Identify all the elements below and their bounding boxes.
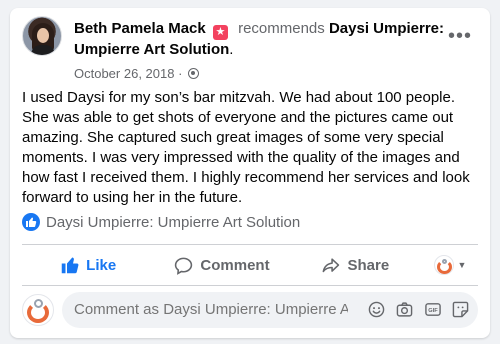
page-name-line2: Umpierre Art Solution (74, 41, 230, 58)
post-date[interactable]: October 26, 2018 (74, 66, 174, 81)
page-avatar[interactable] (22, 294, 54, 326)
share-button[interactable]: Share (289, 248, 422, 282)
reactions-summary[interactable]: Daysi Umpierre: Umpierre Art Solution (22, 213, 300, 231)
post-body: I used Daysi for my son’s bar mitzvah. W… (22, 89, 470, 206)
globe-icon[interactable] (188, 68, 200, 79)
more-options-icon[interactable]: ••• (448, 26, 472, 46)
divider-bottom (22, 285, 478, 286)
author-avatar[interactable] (22, 16, 62, 56)
title-period: . (229, 41, 234, 58)
post-card: Beth Pamela Mack ★ recommends Daysi Umpi… (10, 8, 490, 338)
divider-top (22, 244, 478, 245)
author-name[interactable]: Beth Pamela Mack (74, 20, 206, 37)
camera-icon[interactable] (395, 300, 414, 319)
action-bar: Like Comment Share ▼ (22, 248, 478, 282)
avatar-face (37, 28, 49, 43)
comment-tools: GIF (367, 300, 470, 320)
smiley-icon[interactable] (367, 300, 386, 319)
like-button[interactable]: Like (22, 248, 155, 282)
gif-icon[interactable]: GIF (423, 300, 442, 319)
reaction-picker-button[interactable]: ▼ (422, 248, 478, 282)
meta-separator: · (174, 66, 187, 81)
like-label: Like (86, 256, 117, 274)
svg-text:GIF: GIF (428, 308, 438, 314)
post-header: Beth Pamela Mack ★ recommends Daysi Umpi… (22, 16, 480, 81)
share-arrow-icon (323, 257, 340, 272)
post-meta: October 26, 2018 · (74, 66, 200, 82)
sticker-icon[interactable] (451, 300, 470, 319)
page-logo-small (433, 255, 454, 275)
logo-dot (441, 259, 447, 264)
page-name-line1: Daysi Umpierre: (328, 20, 445, 37)
speech-bubble-icon (175, 257, 193, 275)
post-title: Beth Pamela Mack ★ recommends Daysi Umpi… (74, 19, 454, 60)
chevron-down-icon: ▼ (457, 260, 467, 270)
liker-name: Daysi Umpierre: Umpierre Art Solution (46, 214, 301, 231)
comment-button[interactable]: Comment (155, 248, 288, 282)
thumbs-up-icon (61, 257, 79, 274)
logo-dot (34, 299, 43, 308)
recommends-text: recommends (238, 20, 325, 37)
avatar-dress (31, 45, 55, 55)
recommend-star-icon: ★ (212, 25, 228, 40)
comment-composer: GIF (22, 292, 478, 330)
share-label: Share (347, 256, 390, 274)
thumbs-up-icon (22, 213, 40, 231)
comment-label: Comment (200, 256, 270, 274)
